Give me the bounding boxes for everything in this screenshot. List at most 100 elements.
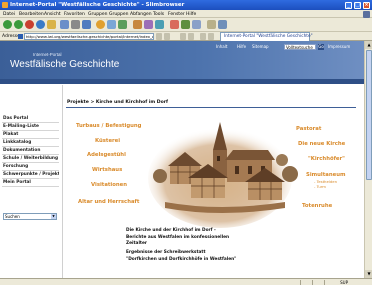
groups-icon[interactable] bbox=[144, 20, 153, 29]
status-text: SUP bbox=[340, 280, 348, 285]
favorites-icon[interactable] bbox=[96, 20, 105, 29]
menu-hilfe[interactable]: Hilfe bbox=[186, 12, 196, 17]
menu-abfangen[interactable]: Abfangen bbox=[130, 12, 152, 17]
topic-turbaus[interactable]: Turbaus / Befestigung bbox=[76, 123, 141, 129]
header-divider bbox=[0, 84, 364, 85]
refresh-icon[interactable] bbox=[36, 20, 45, 29]
menu-datei[interactable]: Datei bbox=[3, 12, 15, 17]
menu-fenster[interactable]: Fenster bbox=[168, 12, 185, 17]
script-icon[interactable] bbox=[181, 20, 190, 29]
vertical-scrollbar[interactable]: ▲ ▼ bbox=[364, 41, 372, 278]
link-impressum[interactable]: Impressum bbox=[328, 44, 350, 49]
left-navigation: Das Portal E-Mailing-Liste Plakat Linkka… bbox=[2, 115, 59, 187]
nav-item-schwerpunkte[interactable]: Schwerpunkte / Projekte bbox=[2, 171, 59, 179]
breadcrumb-underline bbox=[66, 107, 356, 108]
nav-item-dokumentation[interactable]: Dokumentation bbox=[2, 147, 59, 155]
back-icon[interactable] bbox=[3, 20, 12, 29]
address-bar: Adresse http://www.lwl.org/westfaelische… bbox=[0, 32, 372, 41]
link-inhalt[interactable]: Inhalt bbox=[216, 44, 227, 50]
address-dropdown-icon[interactable] bbox=[164, 33, 170, 40]
project-results: Ergebnisse der Schreibwerkstatt "Dorfkir… bbox=[126, 250, 236, 263]
window-title: Internet-Portal "Westfälische Geschichte… bbox=[10, 2, 185, 8]
topic-kirchhoefer[interactable]: "Kirchhöfer" bbox=[308, 156, 345, 162]
project-description: Die Kirche und der Kirchhof im Dorf - Be… bbox=[126, 228, 229, 248]
scroll-up-icon[interactable]: ▲ bbox=[365, 41, 372, 49]
maximize-button[interactable]: □ bbox=[354, 1, 361, 9]
search-icon[interactable] bbox=[107, 20, 116, 29]
page-icon bbox=[18, 34, 23, 39]
popup-icon[interactable] bbox=[170, 20, 179, 29]
nav-item-mailing-liste[interactable]: E-Mailing-Liste bbox=[2, 123, 59, 131]
home-icon[interactable] bbox=[47, 20, 56, 29]
browser-tab[interactable]: Internet-Portal "Westfälische Geschichte… bbox=[220, 32, 313, 41]
breadcrumb[interactable]: Projekte > Kirche und Kirchhof im Dorf bbox=[67, 100, 168, 105]
nav-item-linkkatalog[interactable]: Linkkatalog bbox=[2, 139, 59, 147]
new-window-icon[interactable] bbox=[60, 20, 69, 29]
zoom-icon[interactable] bbox=[192, 20, 201, 29]
menu-gruppen[interactable]: Gruppen bbox=[88, 12, 108, 17]
history-icon[interactable] bbox=[118, 20, 127, 29]
description-line: Zeitalter bbox=[126, 241, 148, 246]
url-field[interactable]: http://www.lwl.org/westfaelische-geschic… bbox=[24, 33, 154, 40]
tab-nav-left-icon[interactable] bbox=[180, 33, 186, 40]
app-icon bbox=[2, 2, 8, 8]
status-segment bbox=[312, 280, 322, 285]
forward-icon[interactable] bbox=[14, 20, 23, 29]
nav-item-plakat[interactable]: Plakat bbox=[2, 131, 59, 139]
menu-gruppen-2[interactable]: Gruppen bbox=[109, 12, 129, 17]
topic-totenruhe[interactable]: Totenruhe bbox=[302, 203, 332, 209]
nav-item-forschung[interactable]: Forschung bbox=[2, 163, 59, 171]
menu-bar: Datei Bearbeiten Ansicht Favoriten Grupp… bbox=[0, 10, 372, 18]
browser-logo-icon bbox=[363, 10, 370, 18]
fullscreen-icon[interactable] bbox=[218, 20, 227, 29]
menu-favoriten[interactable]: Favoriten bbox=[64, 12, 85, 17]
close-tab-icon[interactable] bbox=[208, 33, 214, 40]
topic-adelsgestuehl[interactable]: Adelsgestühl bbox=[87, 152, 126, 158]
save-icon[interactable] bbox=[82, 20, 91, 29]
site-header: Internet-Portal Westfälische Geschichte … bbox=[0, 41, 364, 79]
translate-icon[interactable] bbox=[155, 20, 164, 29]
mail-icon[interactable] bbox=[133, 20, 142, 29]
project-image-map: Turbaus / Befestigung Küsterei Adelsgest… bbox=[70, 116, 360, 230]
topic-turm[interactable]: - Turm bbox=[314, 184, 326, 189]
site-logo-subtitle: Internet-Portal bbox=[33, 52, 62, 57]
toolbar bbox=[0, 18, 372, 32]
status-segment bbox=[324, 280, 334, 285]
topic-visitationen[interactable]: Visitationen bbox=[91, 182, 127, 188]
status-bar: SUP bbox=[0, 278, 372, 285]
menu-ansicht[interactable]: Ansicht bbox=[44, 12, 61, 17]
column-separator bbox=[62, 85, 63, 278]
nav-search-select[interactable]: Suchen ▼ bbox=[3, 213, 57, 220]
close-button[interactable]: × bbox=[363, 1, 370, 9]
window-titlebar: Internet-Portal "Westfälische Geschichte… bbox=[0, 0, 372, 10]
site-logo-title[interactable]: Westfälische Geschichte bbox=[10, 59, 119, 70]
link-hilfe[interactable]: Hilfe bbox=[237, 44, 246, 50]
tools-icon[interactable] bbox=[207, 20, 216, 29]
scroll-down-icon[interactable]: ▼ bbox=[365, 270, 372, 278]
tab-nav-right-icon[interactable] bbox=[188, 33, 194, 40]
go-icon[interactable] bbox=[156, 33, 162, 40]
topic-wirtshaus[interactable]: Wirtshaus bbox=[92, 167, 122, 173]
minimize-button[interactable]: _ bbox=[345, 1, 352, 9]
site-search-input[interactable]: Volltextsuche bbox=[284, 44, 316, 50]
nav-select-value: Suchen bbox=[5, 214, 20, 219]
topic-neue-kirche[interactable]: Die neue Kirche bbox=[298, 141, 345, 147]
topic-kuesterei[interactable]: Küsterei bbox=[95, 138, 120, 144]
stop-icon[interactable] bbox=[25, 20, 34, 29]
browser-viewport: Internet-Portal Westfälische Geschichte … bbox=[0, 41, 364, 278]
menu-tools[interactable]: Tools bbox=[153, 12, 164, 17]
site-search-go-button[interactable]: Go bbox=[318, 44, 324, 50]
topic-altar-herrschaft[interactable]: Altar und Herrschaft bbox=[78, 199, 139, 205]
results-line: "Dorfkirchen und Dorfkirchhöfe in Westfa… bbox=[126, 256, 237, 262]
topic-simultaneum[interactable]: Simultaneum bbox=[306, 172, 346, 178]
link-sitemap[interactable]: Sitemap bbox=[252, 44, 269, 50]
scrollbar-thumb[interactable] bbox=[366, 50, 372, 180]
nav-item-schule[interactable]: Schule / Weiterbildung bbox=[2, 155, 59, 163]
print-icon[interactable] bbox=[71, 20, 80, 29]
new-tab-icon[interactable] bbox=[200, 33, 206, 40]
topic-pastorat[interactable]: Pastorat bbox=[296, 126, 321, 132]
nav-item-mein-portal[interactable]: Mein Portal bbox=[2, 179, 59, 187]
menu-bearbeiten[interactable]: Bearbeiten bbox=[19, 12, 44, 17]
chevron-down-icon[interactable]: ▼ bbox=[51, 214, 56, 219]
nav-item-das-portal[interactable]: Das Portal bbox=[2, 115, 59, 123]
